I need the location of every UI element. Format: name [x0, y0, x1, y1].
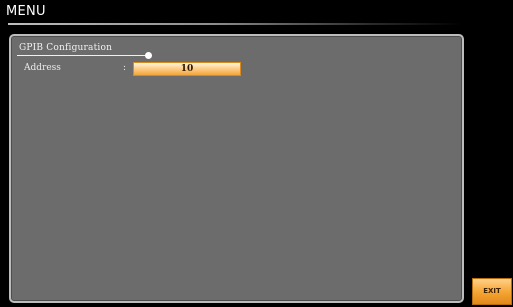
exit-button[interactable]: EXIT	[472, 278, 512, 305]
section-underline	[17, 55, 152, 56]
address-separator: :	[123, 63, 127, 73]
address-label: Address	[24, 63, 61, 73]
section-title: GPIB Configuration	[19, 43, 113, 53]
address-value-field[interactable]: 10	[133, 62, 241, 76]
section-underline-dot	[145, 52, 152, 59]
gpib-configuration-panel: GPIB Configuration Address : 10	[9, 34, 464, 303]
menu-title: MENU	[6, 4, 46, 19]
title-divider	[8, 23, 463, 25]
title-bar: MENU	[0, 0, 513, 25]
